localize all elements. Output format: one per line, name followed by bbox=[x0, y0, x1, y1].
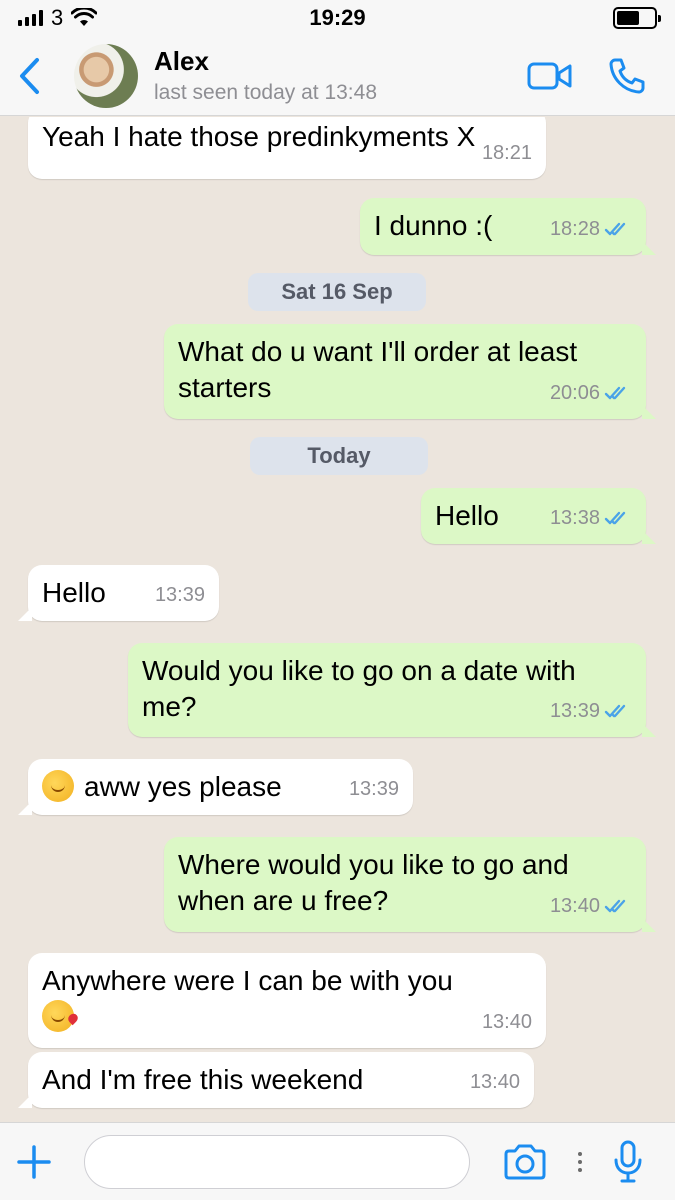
read-receipt-icon bbox=[604, 511, 626, 525]
read-receipt-icon bbox=[604, 386, 626, 400]
chat-header: Alex last seen today at 13:48 bbox=[0, 36, 675, 116]
read-receipt-icon bbox=[604, 704, 626, 718]
contact-name: Alex bbox=[154, 46, 209, 76]
message-time: 13:39 bbox=[549, 700, 600, 722]
contact-info[interactable]: Alex last seen today at 13:48 bbox=[154, 46, 377, 105]
message-outgoing[interactable]: I dunno :( 18:28 bbox=[360, 198, 656, 255]
read-receipt-icon bbox=[604, 899, 626, 913]
message-incoming[interactable]: And I'm free this weekend 13:40 bbox=[18, 1052, 534, 1108]
signal-strength-icon bbox=[18, 10, 43, 26]
message-text-content: aww yes please bbox=[84, 771, 282, 802]
date-divider: Sat 16 Sep bbox=[248, 273, 426, 311]
video-call-icon[interactable] bbox=[527, 61, 573, 91]
date-divider: Today bbox=[250, 437, 428, 475]
message-time: 13:39 bbox=[348, 778, 399, 800]
message-text: Yeah I hate those predinkyments X bbox=[42, 121, 476, 152]
plus-icon[interactable] bbox=[16, 1144, 52, 1180]
last-seen-status: last seen today at 13:48 bbox=[154, 81, 377, 104]
message-incoming[interactable]: aww yes please 13:39 bbox=[18, 759, 413, 815]
wifi-icon bbox=[71, 8, 98, 26]
message-meta: 13:40 bbox=[482, 1004, 532, 1040]
message-time: 20:06 bbox=[549, 382, 600, 404]
status-left: 3 bbox=[18, 5, 98, 31]
camera-icon[interactable] bbox=[502, 1144, 548, 1180]
message-meta: 18:21 bbox=[482, 135, 532, 171]
message-time: 13:40 bbox=[469, 1071, 520, 1093]
status-bar: 3 19:29 bbox=[0, 0, 675, 36]
chat-area[interactable]: Yeah I hate those predinkyments X 18:21 … bbox=[0, 117, 675, 1122]
message-meta: 18:28 bbox=[550, 211, 632, 247]
message-input[interactable] bbox=[84, 1134, 470, 1189]
message-outgoing[interactable]: Where would you like to go and when are … bbox=[164, 837, 656, 932]
message-incoming[interactable]: Yeah I hate those predinkyments X 18:21 bbox=[28, 117, 546, 179]
avatar[interactable] bbox=[74, 43, 138, 108]
message-outgoing[interactable]: Hello 13:38 bbox=[421, 488, 656, 544]
phone-call-icon[interactable] bbox=[607, 56, 647, 96]
kissing-closed-eyes-emoji bbox=[42, 770, 74, 802]
message-text: Anywhere were I can be with you bbox=[42, 963, 532, 1035]
more-dots-icon[interactable] bbox=[578, 1151, 582, 1172]
message-incoming[interactable]: Hello 13:39 bbox=[18, 565, 219, 621]
message-time: 13:38 bbox=[549, 507, 600, 529]
microphone-icon[interactable] bbox=[612, 1140, 644, 1184]
battery-icon bbox=[613, 7, 661, 29]
message-input-bar bbox=[0, 1122, 675, 1200]
message-time: 13:40 bbox=[481, 1011, 532, 1033]
message-outgoing[interactable]: What do u want I'll order at least start… bbox=[164, 324, 656, 419]
message-meta: 13:40 bbox=[470, 1064, 520, 1100]
back-chevron-icon bbox=[20, 57, 39, 94]
carrier-label: 3 bbox=[51, 5, 64, 30]
message-time: 13:40 bbox=[549, 895, 600, 917]
message-meta: 13:40 bbox=[550, 888, 632, 924]
message-text: And I'm free this weekend bbox=[42, 1064, 364, 1095]
read-receipt-icon bbox=[604, 222, 626, 236]
message-meta: 13:39 bbox=[155, 577, 205, 613]
message-outgoing[interactable]: Would you like to go on a date with me? … bbox=[128, 643, 656, 737]
message-meta: 13:38 bbox=[550, 500, 632, 536]
status-time: 19:29 bbox=[309, 5, 366, 30]
message-meta: 20:06 bbox=[550, 375, 632, 411]
header-actions bbox=[527, 56, 675, 96]
message-time: 18:28 bbox=[549, 218, 600, 240]
message-text: aww yes please bbox=[42, 769, 399, 805]
message-time: 13:39 bbox=[154, 584, 205, 606]
input-actions bbox=[502, 1140, 644, 1184]
face-blowing-kiss-emoji bbox=[42, 1000, 74, 1032]
message-incoming[interactable]: Anywhere were I can be with you 13:40 bbox=[28, 953, 546, 1048]
message-meta: 13:39 bbox=[349, 771, 399, 807]
message-meta: 13:39 bbox=[550, 693, 632, 729]
message-text-content: Anywhere were I can be with you bbox=[42, 965, 453, 996]
message-time: 18:21 bbox=[481, 142, 532, 164]
back-button[interactable] bbox=[0, 36, 58, 116]
